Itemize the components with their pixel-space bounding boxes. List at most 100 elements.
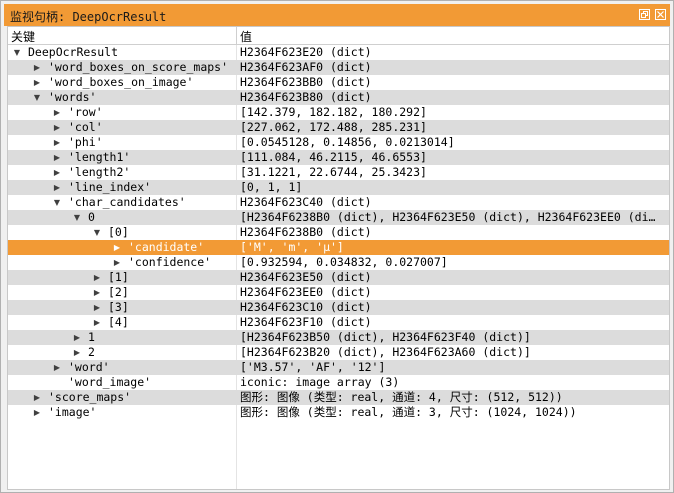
tree-row[interactable]: ▶ 'confidence' [0.932594, 0.034832, 0.0270… bbox=[8, 255, 669, 270]
tree-row[interactable]: ▶ 'line_index' [0, 1, 1] bbox=[8, 180, 669, 195]
row-value: ['M', 'm', 'µ'] bbox=[240, 240, 344, 254]
collapsed-arrow-icon[interactable]: ▶ bbox=[52, 360, 62, 375]
collapsed-arrow-icon[interactable]: ▶ bbox=[32, 405, 42, 420]
row-value: ['M3.57', 'AF', '12'] bbox=[240, 360, 386, 374]
row-value: iconic: image array (3) bbox=[240, 375, 400, 389]
collapsed-arrow-icon[interactable]: ▶ bbox=[92, 270, 102, 285]
row-value: 图形: 图像 (类型: real, 通道: 3, 尺寸: (1024, 1024… bbox=[240, 405, 577, 419]
close-icon[interactable] bbox=[655, 9, 666, 20]
row-value: H2364F623E20 (dict) bbox=[240, 45, 372, 59]
collapsed-arrow-icon[interactable]: ▶ bbox=[32, 390, 42, 405]
expanded-arrow-icon[interactable]: ▼ bbox=[32, 90, 42, 105]
row-value: H2364F623E50 (dict) bbox=[240, 270, 372, 284]
row-value: [H2364F6238B0 (dict), H2364F623E50 (dict… bbox=[240, 210, 656, 224]
header-divider[interactable] bbox=[236, 27, 237, 44]
row-key: [4] bbox=[108, 315, 129, 329]
row-value: H2364F623B80 (dict) bbox=[240, 90, 372, 104]
expanded-arrow-icon[interactable]: ▼ bbox=[12, 45, 22, 60]
collapsed-arrow-icon[interactable]: ▶ bbox=[112, 255, 122, 270]
tree-row[interactable]: ▼ 0 [H2364F6238B0 (dict), H2364F623E50 (di… bbox=[8, 210, 669, 225]
restore-icon[interactable] bbox=[639, 9, 650, 20]
row-value: [0.932594, 0.034832, 0.027007] bbox=[240, 255, 448, 269]
row-value: [0, 1, 1] bbox=[240, 180, 303, 194]
row-value: H2364F6238B0 (dict) bbox=[240, 225, 372, 239]
tree-row[interactable]: ▶ 'row' [142.379, 182.182, 180.292] bbox=[8, 105, 669, 120]
tree-view[interactable]: 关键 值 ▼ DeepOcrResult H2364F623E20 (dict) ▶ '… bbox=[7, 26, 670, 490]
row-key: 'char_candidates' bbox=[68, 195, 186, 209]
tree-row[interactable]: ▼ [0] H2364F6238B0 (dict) bbox=[8, 225, 669, 240]
row-value: H2364F623EE0 (dict) bbox=[240, 285, 372, 299]
tree-row[interactable]: ▶ [2] H2364F623EE0 (dict) bbox=[8, 285, 669, 300]
collapsed-arrow-icon[interactable]: ▶ bbox=[92, 315, 102, 330]
tree-row[interactable]: ▶ 'image' 图形: 图像 (类型: real, 通道: 3, 尺寸: (10… bbox=[8, 405, 669, 420]
row-key: 1 bbox=[88, 330, 95, 344]
tree-row[interactable]: 'word_image' iconic: image array (3) bbox=[8, 375, 669, 390]
collapsed-arrow-icon[interactable]: ▶ bbox=[92, 285, 102, 300]
row-key: 'line_index' bbox=[68, 180, 152, 194]
row-value: [31.1221, 22.6744, 25.3423] bbox=[240, 165, 427, 179]
row-value: H2364F623F10 (dict) bbox=[240, 315, 372, 329]
row-key: 'col' bbox=[68, 120, 103, 134]
row-value: [227.062, 172.488, 285.231] bbox=[240, 120, 427, 134]
watch-window: 监视句柄: DeepOcrResult 关键 值 ▼ DeepOcrResult H… bbox=[0, 0, 674, 493]
collapsed-arrow-icon[interactable]: ▶ bbox=[112, 240, 122, 255]
tree-row[interactable]: ▶ [1] H2364F623E50 (dict) bbox=[8, 270, 669, 285]
tree-row[interactable]: ▶ [4] H2364F623F10 (dict) bbox=[8, 315, 669, 330]
row-key: 'word' bbox=[68, 360, 110, 374]
tree-row[interactable]: ▼ DeepOcrResult H2364F623E20 (dict) bbox=[8, 45, 669, 60]
tree-row[interactable]: ▶ 'candidate' ['M', 'm', 'µ'] bbox=[8, 240, 669, 255]
row-key: [3] bbox=[108, 300, 129, 314]
tree-row[interactable]: ▶ 'col' [227.062, 172.488, 285.231] bbox=[8, 120, 669, 135]
title-bar[interactable]: 监视句柄: DeepOcrResult bbox=[4, 4, 670, 26]
collapsed-arrow-icon[interactable]: ▶ bbox=[52, 105, 62, 120]
tree-row[interactable]: ▶ 1 [H2364F623B50 (dict), H2364F623F40 (di… bbox=[8, 330, 669, 345]
header-value[interactable]: 值 bbox=[240, 28, 252, 45]
tree-row[interactable]: ▼ 'char_candidates' H2364F623C40 (dict) bbox=[8, 195, 669, 210]
collapsed-arrow-icon[interactable]: ▶ bbox=[32, 75, 42, 90]
collapsed-arrow-icon[interactable]: ▶ bbox=[32, 60, 42, 75]
row-value: [H2364F623B20 (dict), H2364F623A60 (dict… bbox=[240, 345, 531, 359]
row-key: 'length2' bbox=[68, 165, 131, 179]
tree-row[interactable]: ▶ 'phi' [0.0545128, 0.14856, 0.0213014] bbox=[8, 135, 669, 150]
row-value: [142.379, 182.182, 180.292] bbox=[240, 105, 427, 119]
row-value: H2364F623C40 (dict) bbox=[240, 195, 372, 209]
row-value: [0.0545128, 0.14856, 0.0213014] bbox=[240, 135, 455, 149]
row-key: 'candidate' bbox=[128, 240, 205, 254]
row-value: H2364F623BB0 (dict) bbox=[240, 75, 372, 89]
row-key: 'row' bbox=[68, 105, 103, 119]
row-key: [1] bbox=[108, 270, 129, 284]
row-key: DeepOcrResult bbox=[28, 45, 119, 59]
row-key: 'image' bbox=[48, 405, 97, 419]
tree-row[interactable]: ▶ 'score_maps' 图形: 图像 (类型: real, 通道: 4, 尺寸… bbox=[8, 390, 669, 405]
tree-row[interactable]: ▶ 'length1' [111.084, 46.2115, 46.6553] bbox=[8, 150, 669, 165]
collapsed-arrow-icon[interactable]: ▶ bbox=[72, 345, 82, 360]
row-value: H2364F623C10 (dict) bbox=[240, 300, 372, 314]
row-key: 'score_maps' bbox=[48, 390, 132, 404]
tree-row[interactable]: ▶ 'word' ['M3.57', 'AF', '12'] bbox=[8, 360, 669, 375]
row-value: [H2364F623B50 (dict), H2364F623F40 (dict… bbox=[240, 330, 531, 344]
tree-row[interactable]: ▶ 'word_boxes_on_image' H2364F623BB0 (dict… bbox=[8, 75, 669, 90]
collapsed-arrow-icon[interactable]: ▶ bbox=[52, 150, 62, 165]
collapsed-arrow-icon[interactable]: ▶ bbox=[72, 330, 82, 345]
tree-header: 关键 值 bbox=[8, 27, 669, 45]
tree-row[interactable]: ▶ 2 [H2364F623B20 (dict), H2364F623A60 (di… bbox=[8, 345, 669, 360]
tree-row[interactable]: ▶ 'length2' [31.1221, 22.6744, 25.3423] bbox=[8, 165, 669, 180]
collapsed-arrow-icon[interactable]: ▶ bbox=[92, 300, 102, 315]
tree-row[interactable]: ▼ 'words' H2364F623B80 (dict) bbox=[8, 90, 669, 105]
collapsed-arrow-icon[interactable]: ▶ bbox=[52, 180, 62, 195]
collapsed-arrow-icon[interactable]: ▶ bbox=[52, 135, 62, 150]
row-key: [2] bbox=[108, 285, 129, 299]
expanded-arrow-icon[interactable]: ▼ bbox=[72, 210, 82, 225]
tree-row[interactable]: ▶ 'word_boxes_on_score_maps' H2364F623AF0 … bbox=[8, 60, 669, 75]
row-key: 'phi' bbox=[68, 135, 103, 149]
collapsed-arrow-icon[interactable]: ▶ bbox=[52, 120, 62, 135]
header-key[interactable]: 关键 bbox=[11, 28, 35, 45]
row-value: [111.084, 46.2115, 46.6553] bbox=[240, 150, 427, 164]
collapsed-arrow-icon[interactable]: ▶ bbox=[52, 165, 62, 180]
row-key: 'words' bbox=[48, 90, 97, 104]
row-value: 图形: 图像 (类型: real, 通道: 4, 尺寸: (512, 512)) bbox=[240, 390, 563, 404]
tree-row[interactable]: ▶ [3] H2364F623C10 (dict) bbox=[8, 300, 669, 315]
expanded-arrow-icon[interactable]: ▼ bbox=[52, 195, 62, 210]
row-key: 2 bbox=[88, 345, 95, 359]
expanded-arrow-icon[interactable]: ▼ bbox=[92, 225, 102, 240]
